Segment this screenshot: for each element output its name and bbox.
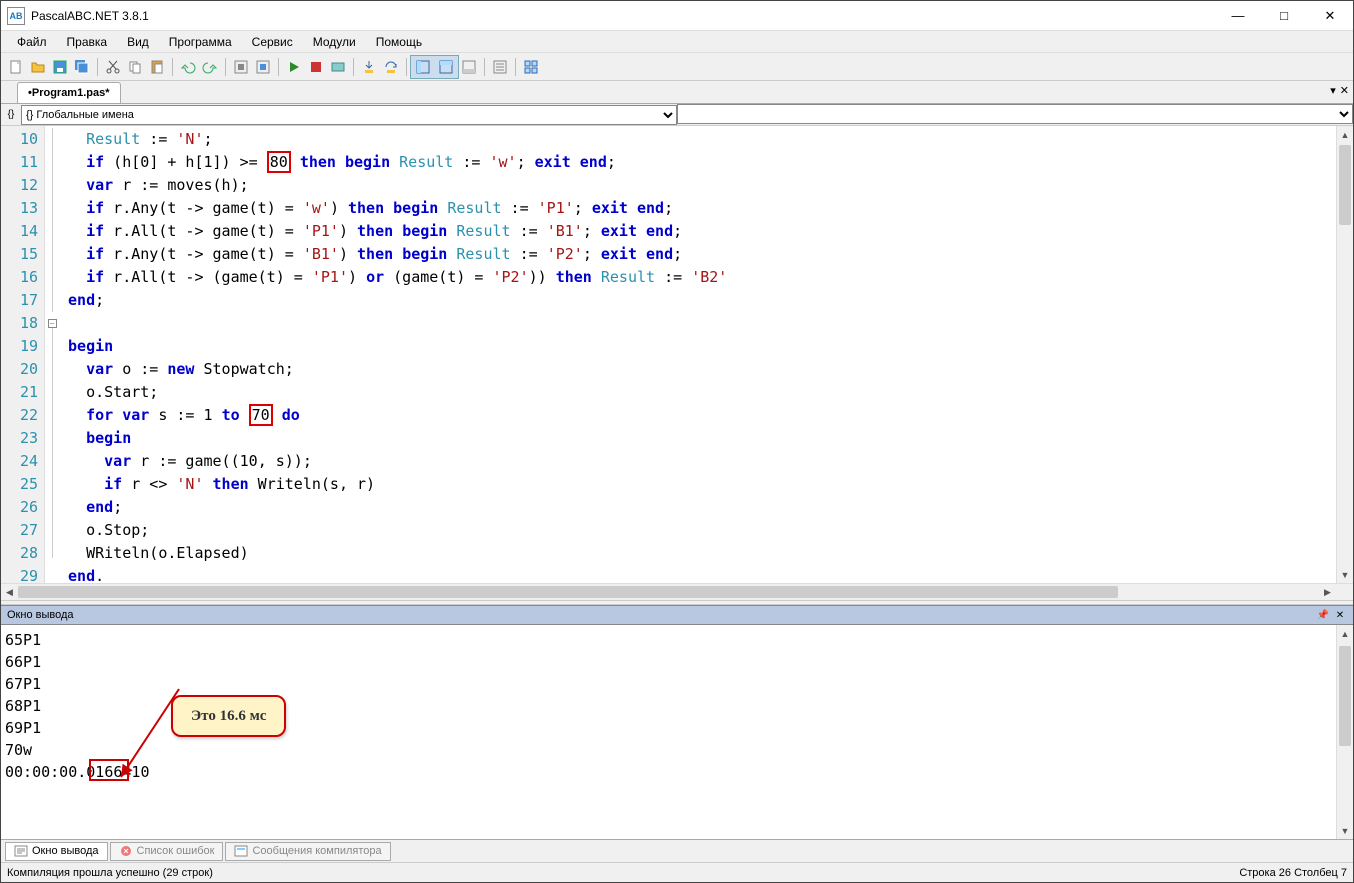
fold-toggle-icon[interactable]: −	[48, 319, 57, 328]
step-into-icon[interactable]	[359, 57, 379, 77]
callout: Это 16.6 мс	[171, 651, 286, 803]
code-area[interactable]: Result := 'N'; if (h[0] + h[1]) >= 80 th…	[59, 126, 1336, 583]
stop-icon[interactable]	[306, 57, 326, 77]
menu-program[interactable]: Программа	[159, 33, 242, 51]
output-pin-icon[interactable]: 📌	[1316, 608, 1330, 622]
output-scroll-thumb[interactable]	[1339, 646, 1351, 746]
output-tab-icon	[14, 844, 28, 858]
menu-help[interactable]: Помощь	[366, 33, 432, 51]
cut-icon[interactable]	[103, 57, 123, 77]
output-scroll-down-icon[interactable]: ▼	[1337, 822, 1353, 839]
namespace-left-select[interactable]: {} Глобальные имена	[21, 105, 677, 125]
panel2-icon[interactable]	[436, 57, 456, 77]
tab-bar: •Program1.pas* ▾ ✕	[1, 81, 1353, 104]
menu-service[interactable]: Сервис	[242, 33, 303, 51]
compiler-tab-icon	[234, 844, 248, 858]
status-right: Строка 26 Столбец 7	[1239, 867, 1347, 879]
menu-modules[interactable]: Модули	[303, 33, 366, 51]
bottom-tab-compiler[interactable]: Сообщения компилятора	[225, 842, 390, 861]
copy-icon[interactable]	[125, 57, 145, 77]
menu-bar: Файл Правка Вид Программа Сервис Модули …	[1, 31, 1353, 53]
menu-file[interactable]: Файл	[7, 33, 57, 51]
panel3-icon[interactable]	[459, 57, 479, 77]
scroll-left-icon[interactable]: ◀	[1, 584, 18, 601]
minimize-button[interactable]: ―	[1215, 1, 1261, 30]
properties-icon[interactable]	[490, 57, 510, 77]
save-icon[interactable]	[50, 57, 70, 77]
output-scroll-up-icon[interactable]: ▲	[1337, 625, 1353, 642]
editor-vscrollbar[interactable]: ▲ ▼	[1336, 126, 1353, 583]
highlight-80: 80	[267, 151, 291, 173]
gutter: 1011121314151617181920212223242526272829	[1, 126, 45, 583]
close-button[interactable]: ✕	[1307, 1, 1353, 30]
scroll-down-icon[interactable]: ▼	[1337, 566, 1353, 583]
code-editor[interactable]: 1011121314151617181920212223242526272829…	[1, 126, 1353, 583]
editor-hscrollbar[interactable]: ◀ ▶	[1, 583, 1353, 600]
bottom-tab-compiler-label: Сообщения компилятора	[252, 845, 381, 857]
compile-icon[interactable]	[231, 57, 251, 77]
file-tab-label: •Program1.pas*	[28, 87, 110, 99]
ns-icon: {}	[2, 106, 20, 124]
menu-view[interactable]: Вид	[117, 33, 159, 51]
redo-icon[interactable]	[200, 57, 220, 77]
open-file-icon[interactable]	[28, 57, 48, 77]
output-text[interactable]: 65P1 66P1 67P1 68P1 69P1 70w 00:00:00.01…	[1, 625, 1336, 839]
paste-icon[interactable]	[147, 57, 167, 77]
new-file-icon[interactable]	[6, 57, 26, 77]
bottom-tab-output-label: Окно вывода	[32, 845, 99, 857]
toolbar	[1, 53, 1353, 81]
menu-edit[interactable]: Правка	[57, 33, 118, 51]
tab-close-icon[interactable]: ✕	[1340, 84, 1349, 97]
options-icon[interactable]	[521, 57, 541, 77]
output-panel-title: Окно вывода	[7, 609, 74, 621]
undo-icon[interactable]	[178, 57, 198, 77]
output-vscrollbar[interactable]: ▲ ▼	[1336, 625, 1353, 839]
bottom-tab-output[interactable]: Окно вывода	[5, 842, 108, 861]
step-over-icon[interactable]	[381, 57, 401, 77]
scroll-right-icon[interactable]: ▶	[1319, 584, 1336, 601]
debug-icon[interactable]	[328, 57, 348, 77]
hscroll-thumb[interactable]	[18, 586, 1118, 598]
build-icon[interactable]	[253, 57, 273, 77]
run-icon[interactable]	[284, 57, 304, 77]
window-title: PascalABC.NET 3.8.1	[31, 9, 1215, 23]
output-close-icon[interactable]: ✕	[1333, 608, 1347, 622]
panel1-icon[interactable]	[413, 57, 433, 77]
fold-column: −	[45, 126, 59, 583]
tab-dropdown-icon[interactable]: ▾	[1330, 84, 1336, 97]
scroll-thumb[interactable]	[1339, 145, 1351, 225]
bottom-tab-errors[interactable]: Список ошибок	[110, 842, 224, 861]
namespace-right-select[interactable]	[677, 104, 1353, 124]
status-left: Компиляция прошла успешно (29 строк)	[7, 867, 213, 879]
app-icon: AB	[7, 7, 25, 25]
scroll-up-icon[interactable]: ▲	[1337, 126, 1353, 143]
save-all-icon[interactable]	[72, 57, 92, 77]
errors-tab-icon	[119, 844, 133, 858]
highlight-70: 70	[249, 404, 273, 426]
maximize-button[interactable]: □	[1261, 1, 1307, 30]
file-tab[interactable]: •Program1.pas*	[17, 82, 121, 103]
bottom-tab-errors-label: Список ошибок	[137, 845, 215, 857]
